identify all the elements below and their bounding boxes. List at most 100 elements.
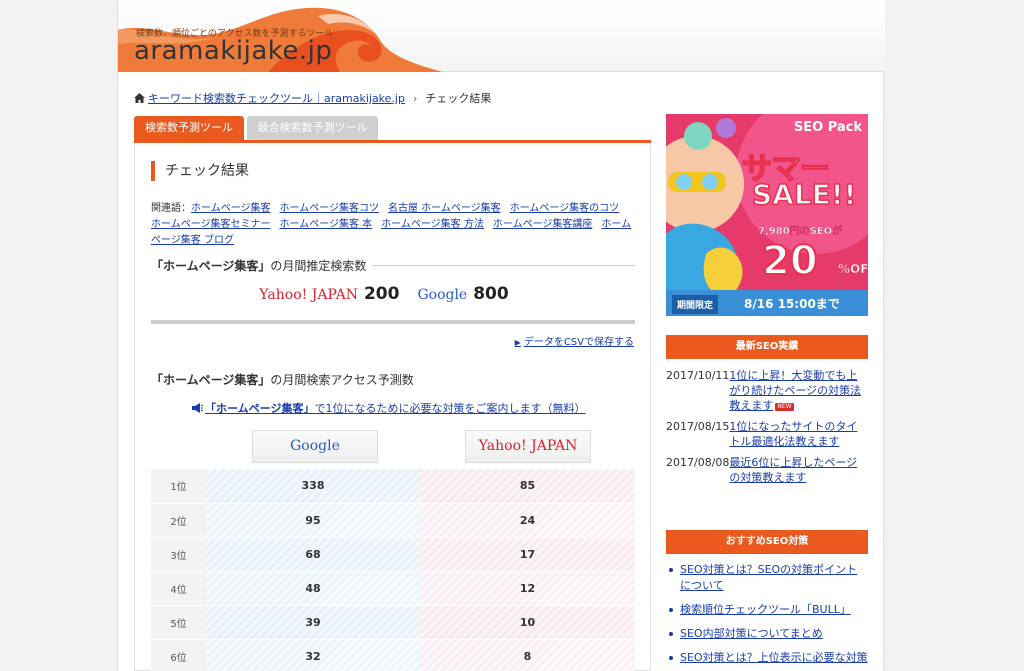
breadcrumb-separator: › [412,92,418,105]
banner-sale: SALE!! [751,177,857,212]
cta-suffix: で1位になるために必要な対策をご案内します（無料） [314,402,586,415]
rank-cell: 5位 [151,605,206,640]
google-access-cell: 338 [206,469,420,504]
table-row: 3位 68 17 [151,537,635,572]
recommended-list: SEO対策とは？SEOの対策ポイントについて 検索順位チェックツール「BULL」… [666,562,868,671]
csv-link-label: データをCSVで保存する [523,337,634,348]
megaphone-icon [192,403,203,413]
recommended-item: SEO対策とは？上位表示に必要な対策 [666,650,868,666]
recommended-heading: おすすめSEO対策 [666,530,868,554]
yahoo-access-cell: 24 [420,503,635,538]
related-keywords: 関連語：ホームページ集客 ホームページ集客コツ 名古屋 ホームページ集客 ホームページ… [151,201,635,249]
recommended-link[interactable]: 検索順位チェックツール「BULL」 [680,603,851,616]
recommended-link[interactable]: SEO対策とは？上位表示に必要な対策 [680,651,868,664]
news-item: 2017/08/15 1位になったサイトのタイトル最適化法教えます [666,419,868,449]
yahoo-column-header: Yahoo! JAPAN [465,430,591,463]
site-logo[interactable]: aramakijake.jp [134,36,332,66]
yahoo-access-cell: 17 [420,537,635,572]
table-row: 2位 95 24 [151,503,635,538]
rank-cell: 1位 [151,469,206,504]
tab-search-volume[interactable]: 検索数予測ツール [134,116,244,140]
news-link[interactable]: 1位に上昇！大変動でも上がり続けたページの対策法教えます [729,369,861,412]
related-keyword-link[interactable]: ホームページ集客講座 [493,219,593,230]
news-item: 2017/08/08 最近6位に上昇したページの対策教えます [666,455,868,485]
breadcrumb-home-link[interactable]: キーワード検索数チェックツール｜aramakijake.jp [148,92,405,105]
search-volumes: Yahoo! JAPAN 200 Google 800 [151,284,635,304]
yahoo-access-cell: 8 [420,639,635,671]
triangle-right-icon: ▶ [514,338,521,347]
banner-off: %OFF [838,262,868,277]
google-access-cell: 32 [206,639,420,671]
breadcrumb: キーワード検索数チェックツール｜aramakijake.jp › チェック結果 [134,90,491,106]
news-date: 2017/08/15 [666,420,730,433]
related-label: 関連語： [151,203,191,214]
breadcrumb-current: チェック結果 [425,92,492,105]
access-heading-suffix: の月間検索アクセス予測数 [270,373,414,387]
tab-competitor-volume[interactable]: 競合検索数予測ツール [247,116,378,140]
google-access-cell: 68 [206,537,420,572]
news-item: 2017/10/11 1位に上昇！大変動でも上がり続けたページの対策法教えます N… [666,368,868,413]
banner-bottom-bar: 期間限定 8/16 15:00まで [666,290,868,316]
site-header: 検索数、順位ごとのアクセス数を予測するツール aramakijake.jp [118,0,885,72]
cta-keyword: 「ホームページ集客」 [205,402,315,415]
yahoo-access-cell: 85 [420,469,635,504]
recommended-item: 検索順位チェックツール「BULL」 [666,602,868,618]
rank-cell: 6位 [151,639,206,671]
recommended-link[interactable]: SEO内部対策についてまとめ [680,627,823,640]
heading-rule [372,265,635,266]
volume-heading-keyword: 「ホームページ集客」 [151,259,271,273]
related-keyword-link[interactable]: 名古屋 ホームページ集客 [388,203,501,214]
volume-heading-suffix: の月間推定検索数 [270,259,367,273]
home-icon [134,93,145,103]
access-heading: 「ホームページ集客」の月間検索アクセス予測数 [151,371,414,388]
banner-date: 8/16 15:00まで [744,297,840,311]
access-heading-keyword: 「ホームページ集客」 [151,373,271,387]
banner-price: 7,980円のSEOが [758,226,843,237]
related-keyword-link[interactable]: ホームページ集客セミナー [151,219,271,230]
news-list: 2017/10/11 1位に上昇！大変動でも上がり続けたページの対策法教えます N… [666,368,868,491]
page-title: チェック結果 [151,161,249,181]
related-keyword-link[interactable]: ホームページ集客のコツ [510,203,620,214]
result-panel: チェック結果 関連語：ホームページ集客 ホームページ集客コツ 名古屋 ホームページ集… [134,143,651,671]
table-row: 4位 48 12 [151,571,635,606]
related-keyword-link[interactable]: ホームページ集客コツ [280,203,380,214]
recommended-link[interactable]: SEO対策とは？SEOの対策ポイントについて [680,563,857,592]
table-row: 1位 338 85 [151,469,635,504]
google-access-cell: 48 [206,571,420,606]
banner-percent: 20 [761,237,819,285]
google-access-cell: 95 [206,503,420,538]
rank-cell: 4位 [151,571,206,606]
table-row: 5位 39 10 [151,605,635,640]
yahoo-access-cell: 12 [420,571,635,606]
table-row: 6位 32 8 [151,639,635,671]
news-link[interactable]: 1位になったサイトのタイトル最適化法教えます [729,420,857,448]
related-keyword-link[interactable]: ホームページ集客 方法 [381,219,484,230]
news-link[interactable]: 最近6位に上昇したページの対策教えます [729,456,857,484]
divider [151,320,635,324]
google-column-header: Google [252,430,378,463]
tool-tabs: 検索数予測ツール 競合検索数予測ツール [134,116,651,143]
banner-seo-pack: SEO Pack [793,120,862,135]
csv-download-link[interactable]: ▶ データをCSVで保存する [515,333,634,348]
recommended-item: SEO対策とは？SEOの対策ポイントについて [666,562,868,594]
rank-cell: 3位 [151,537,206,572]
yahoo-access-cell: 10 [420,605,635,640]
yahoo-label: Yahoo! JAPAN [259,287,358,303]
news-date: 2017/10/11 [666,369,730,382]
recommended-item: SEO内部対策についてまとめ [666,626,868,642]
google-label: Google [417,287,468,303]
yahoo-volume: 200 [363,284,400,304]
access-forecast-table: 1位 338 85 2位 95 24 3位 68 17 4位 48 12 5位 39 10 6位 32 8 [151,469,635,671]
page: 検索数、順位ごとのアクセス数を予測するツール aramakijake.jp キー… [117,0,885,671]
seo-consult-link[interactable]: 「ホームページ集客」で1位になるために必要な対策をご案内します（無料） [191,400,585,416]
rank-cell: 2位 [151,503,206,538]
new-badge: NEW [775,403,794,411]
volume-heading: 「ホームページ集客」 の月間推定検索数 [151,257,635,274]
news-date: 2017/08/08 [666,456,730,469]
google-volume: 800 [473,284,509,304]
related-keyword-link[interactable]: ホームページ集客 [191,203,271,214]
summer-sale-banner[interactable]: SEO Pack サマー SALE!! 7,980円のSEOが 20 %OFF … [666,114,868,316]
google-access-cell: 39 [206,605,420,640]
related-keyword-link[interactable]: ホームページ集客 本 [280,219,373,230]
banner-limited: 期間限定 [672,295,719,314]
